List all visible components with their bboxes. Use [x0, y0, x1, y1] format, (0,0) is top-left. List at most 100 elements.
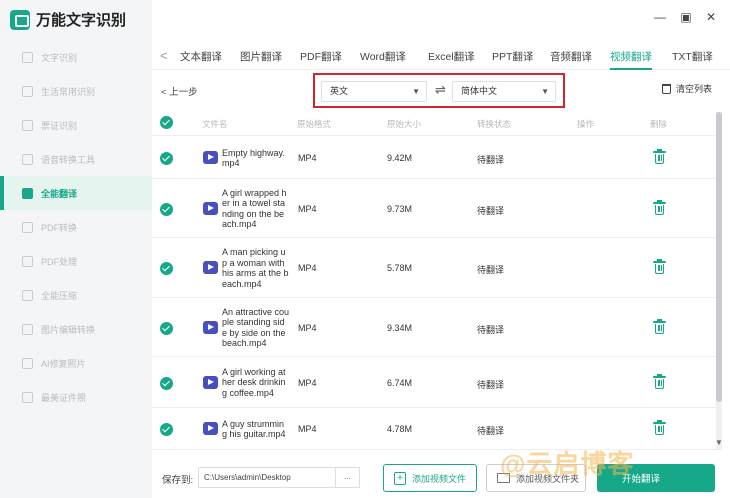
video-file-icon: [203, 320, 218, 334]
tab[interactable]: 文本翻译: [180, 49, 222, 64]
convert-status: 待翻译: [477, 205, 505, 216]
delete-row-trash-icon[interactable]: [653, 373, 666, 389]
minimize-button[interactable]: —: [653, 10, 667, 24]
app-header: 万能文字识别: [10, 9, 126, 30]
chevron-down-icon: ▼: [541, 87, 549, 96]
file-size: 9.34M: [387, 322, 413, 333]
save-to-label: 保存到:: [162, 475, 194, 486]
watermark: @云启博客: [500, 449, 635, 479]
delete-row-trash-icon[interactable]: [653, 149, 666, 164]
convert-status: 待翻译: [477, 324, 505, 335]
tab[interactable]: PPT翻译: [492, 49, 533, 64]
file-name: A guy strummin g his guitar.mp4: [222, 418, 286, 440]
file-size: 4.78M: [387, 424, 413, 434]
row-checkbox[interactable]: [160, 376, 173, 390]
trash-icon: [662, 83, 671, 94]
sidebar-item-label: 全能压缩: [41, 290, 78, 301]
file-name: A girl working at her desk drinkin g cof…: [222, 366, 286, 398]
sidebar-item[interactable]: PDF转换: [0, 210, 152, 244]
trash-lid: [653, 259, 666, 263]
sidebar-item[interactable]: AI修复照片: [0, 346, 152, 380]
source-language-select[interactable]: 英文 ▼: [321, 81, 427, 102]
header-action: 操作: [577, 119, 595, 129]
nav-item-icon: [22, 119, 33, 131]
tab[interactable]: Excel翻译: [428, 49, 475, 64]
video-file-icon: [203, 261, 218, 274]
nav-item-icon: [22, 391, 33, 403]
nav-item-icon: [22, 255, 33, 267]
add-video-file-label: 添加视频文件: [412, 473, 467, 484]
tab[interactable]: 图片翻译: [240, 49, 282, 64]
target-language-value: 简体中文: [461, 86, 498, 96]
table-row: A girl working at her desk drinkin g cof…: [152, 357, 718, 408]
back-button[interactable]: < 上一步: [161, 84, 198, 98]
sidebar-item-label: PDF转换: [41, 222, 78, 233]
delete-row-trash-icon[interactable]: [653, 259, 666, 274]
swap-language-icon[interactable]: ⇌: [435, 82, 446, 98]
nav-item-icon: [22, 289, 33, 301]
trash-body: [655, 323, 664, 334]
nav-item-icon: [22, 323, 33, 335]
video-file-icon: [203, 151, 218, 164]
row-checkbox[interactable]: [160, 321, 173, 335]
tab[interactable]: PDF翻译: [300, 49, 342, 64]
trash-body: [655, 378, 664, 389]
browse-button[interactable]: ...: [336, 467, 360, 488]
sidebar-item-label: 图片编辑转换: [41, 324, 96, 335]
sidebar-item[interactable]: 全能翻译: [0, 176, 152, 210]
save-path-input[interactable]: [198, 467, 336, 488]
trash-body: [655, 425, 664, 435]
file-format: MP4: [298, 322, 317, 333]
sidebar: 万能文字识别 文字识别生活常用识别 票证识别 语音转换工具全能翻译 PDF转换 PDF处…: [0, 0, 152, 498]
nav-item-icon: [22, 357, 33, 369]
row-checkbox[interactable]: [160, 262, 173, 275]
sidebar-item[interactable]: 票证识别: [0, 108, 152, 142]
trash-lid: [653, 199, 666, 204]
sidebar-item[interactable]: PDF处理: [0, 244, 152, 278]
tab[interactable]: TXT翻译: [672, 49, 713, 64]
tabs-prev-arrow-icon[interactable]: <: [160, 48, 168, 63]
sidebar-item-label: 全能翻译: [41, 188, 78, 199]
file-name: An attractive cou ple standing sid e by …: [222, 306, 290, 349]
select-all-checkbox[interactable]: [160, 116, 173, 129]
tab[interactable]: 视频翻译: [610, 49, 652, 70]
row-checkbox[interactable]: [160, 423, 173, 436]
maximize-button[interactable]: ▣: [679, 10, 693, 24]
sidebar-item[interactable]: 全能压缩: [0, 278, 152, 312]
sidebar-item[interactable]: 最美证件照: [0, 380, 152, 414]
row-checkbox[interactable]: [160, 202, 173, 216]
file-format: MP4: [298, 263, 317, 273]
delete-row-trash-icon[interactable]: [653, 420, 666, 435]
sidebar-item[interactable]: 文字识别: [0, 40, 152, 74]
header-size: 原始大小: [387, 119, 422, 129]
target-language-select[interactable]: 简体中文 ▼: [452, 81, 556, 102]
table-header: 文件名 原始格式 原始大小 转换状态 操作 删除: [152, 110, 718, 136]
row-checkbox[interactable]: [160, 152, 173, 165]
scroll-down-arrow-icon[interactable]: ▼: [715, 438, 723, 447]
delete-row-trash-icon[interactable]: [653, 199, 666, 215]
sidebar-item-label: 文字识别: [41, 52, 78, 63]
scrollbar-thumb[interactable]: [716, 112, 722, 402]
video-file-icon: [203, 375, 218, 389]
tab[interactable]: Word翻译: [360, 49, 406, 64]
convert-status: 待翻译: [477, 379, 505, 390]
sidebar-item[interactable]: 图片编辑转换: [0, 312, 152, 346]
header-status: 转换状态: [477, 119, 512, 129]
sidebar-item-label: PDF处理: [41, 256, 78, 267]
nav-item-icon: [22, 153, 33, 165]
close-button[interactable]: ✕: [704, 10, 718, 24]
tab[interactable]: 音频翻译: [550, 49, 592, 64]
sidebar-item[interactable]: 语音转换工具: [0, 142, 152, 176]
file-format: MP4: [298, 424, 317, 434]
trash-lid: [653, 420, 666, 424]
file-name: A girl wrapped h er in a towel sta nding…: [222, 187, 287, 230]
delete-row-trash-icon[interactable]: [653, 318, 666, 334]
table-row: Empty highway. mp4 MP4 9.42M 待翻译: [152, 137, 718, 179]
add-video-file-button[interactable]: + 添加视频文件: [383, 464, 477, 492]
sidebar-item[interactable]: 生活常用识别: [0, 74, 152, 108]
header-delete: 删除: [650, 119, 668, 129]
trash-lid: [653, 149, 666, 153]
nav-item-icon: [22, 187, 33, 199]
clear-list-button[interactable]: 清空列表: [662, 82, 712, 95]
source-language-value: 英文: [330, 86, 349, 96]
